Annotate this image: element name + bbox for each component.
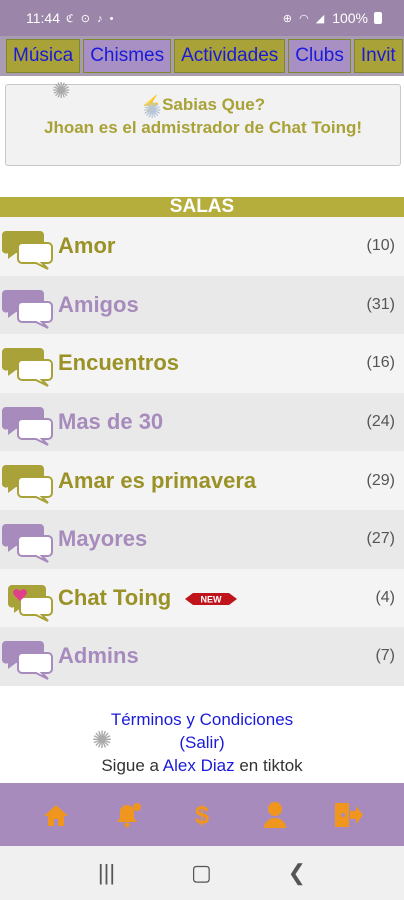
room-name: Amar es primavera	[58, 467, 257, 493]
status-bar: 11:44 ℭ ⊙ ♪ • ⊕ ◠ ◢ 100%	[0, 0, 404, 36]
system-nav-bar: ||| ▢ ❮	[0, 846, 404, 900]
chat-bubbles-icon	[2, 406, 53, 446]
room-name: Mayores	[58, 526, 148, 552]
tiktok-profile-link[interactable]: Alex Diaz	[163, 756, 235, 775]
chat-bubbles-icon	[2, 289, 53, 329]
room-item-amor[interactable]: Amor (10)	[0, 217, 404, 276]
terms-link[interactable]: Términos y Condiciones	[111, 710, 293, 729]
tab-musica[interactable]: Música	[6, 39, 81, 73]
chat-bubbles-icon	[2, 465, 53, 505]
status-right-icons: ⊕ ◠ ◢	[282, 12, 327, 25]
new-badge: NEW	[185, 593, 238, 606]
room-name: Amor	[58, 233, 116, 259]
room-name: Chat Toing NEW	[58, 584, 238, 611]
room-item-chat-toing[interactable]: Chat Toing NEW (4)	[0, 568, 404, 628]
category-tabs: Música Chismes Actividades Clubs Invit	[0, 36, 404, 76]
room-count: (4)	[375, 588, 395, 606]
room-count: (7)	[375, 647, 395, 665]
battery-icon	[374, 12, 382, 24]
room-count: (29)	[366, 471, 395, 489]
battery-percent: 100%	[332, 10, 368, 26]
recent-apps-icon[interactable]: |||	[98, 860, 115, 886]
home-button-icon[interactable]: ▢	[191, 860, 212, 886]
status-time: 11:44	[26, 10, 60, 26]
status-left-icons: ℭ ⊙ ♪ •	[66, 12, 116, 25]
room-item-admins[interactable]: Admins (7)	[0, 627, 404, 686]
follow-suffix: en tiktok	[239, 756, 303, 775]
bottom-nav: $	[0, 783, 404, 846]
new-badge-text: NEW	[201, 595, 223, 605]
room-count: (31)	[366, 295, 395, 313]
salas-header: SALAS	[0, 197, 404, 217]
user-icon[interactable]	[258, 798, 292, 832]
room-item-amar-es-primavera[interactable]: Amar es primavera (29)	[0, 451, 404, 510]
room-name: Admins	[58, 643, 139, 669]
did-you-know-message: Jhoan es el admistrador de Chat Toing!	[43, 118, 362, 137]
room-item-amigos[interactable]: Amigos (31)	[0, 275, 404, 335]
chat-bubbles-icon	[2, 523, 53, 563]
did-you-know-title: Sabias Que?	[162, 95, 266, 114]
sparkle-icon: ✺	[52, 78, 71, 103]
room-name: Encuentros	[58, 350, 180, 376]
tab-actividades[interactable]: Actividades	[174, 39, 286, 73]
follow-prefix: Sigue a	[101, 756, 159, 775]
sparkle-icon: ✺	[143, 98, 162, 123]
tab-clubs[interactable]: Clubs	[288, 39, 351, 73]
room-item-encuentros[interactable]: Encuentros (16)	[0, 334, 404, 393]
chat-bubbles-icon	[2, 348, 53, 388]
room-count: (10)	[366, 237, 395, 255]
tab-invit[interactable]: Invit	[353, 39, 403, 73]
back-icon[interactable]: ❮	[288, 860, 306, 886]
svg-text:$: $	[195, 800, 210, 830]
bell-icon[interactable]	[112, 798, 146, 832]
room-name: Amigos	[58, 291, 139, 317]
footer-links: Términos y Condiciones (Salir) Sigue a A…	[0, 708, 404, 777]
room-name: Mas de 30	[58, 409, 164, 435]
room-count: (24)	[366, 413, 395, 431]
sparkle-icon: ✺	[92, 727, 113, 754]
exit-link[interactable]: (Salir)	[179, 733, 224, 752]
chat-bubbles-icon	[2, 231, 53, 270]
room-count: (27)	[366, 530, 395, 548]
home-icon[interactable]	[39, 798, 73, 832]
dollar-icon[interactable]: $	[185, 798, 219, 832]
heart-chat-icon	[7, 584, 53, 622]
logout-icon[interactable]	[331, 798, 365, 832]
room-item-mayores[interactable]: Mayores (27)	[0, 509, 404, 569]
tab-chismes[interactable]: Chismes	[83, 39, 172, 73]
room-count: (16)	[366, 354, 395, 372]
room-name-text: Chat Toing	[58, 584, 172, 610]
room-list: Amor (10) Amigos (31) Encuentros (16) Ma…	[0, 217, 404, 686]
room-item-mas-de-30[interactable]: Mas de 30 (24)	[0, 392, 404, 452]
chat-bubbles-icon	[2, 641, 53, 681]
